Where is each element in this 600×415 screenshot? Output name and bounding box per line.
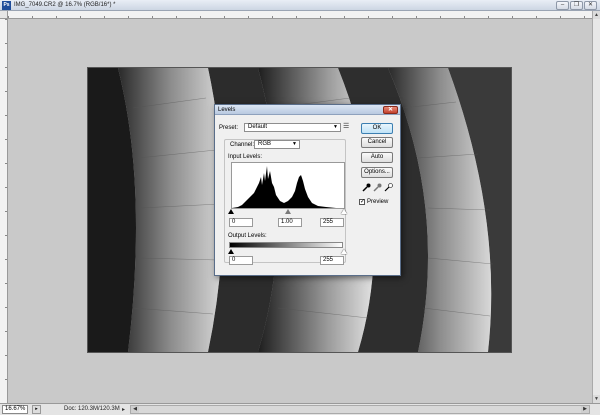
scroll-right-icon[interactable]: ▶: [581, 406, 589, 413]
scroll-down-icon[interactable]: ▼: [593, 395, 600, 403]
scroll-left-icon[interactable]: ◀: [131, 406, 139, 413]
vertical-scrollbar[interactable]: ▲ ▼: [592, 11, 600, 403]
input-white-field[interactable]: 255: [320, 218, 344, 227]
output-white-slider[interactable]: [341, 249, 347, 254]
close-icon[interactable]: ✕: [584, 1, 597, 10]
status-bar: 16.67% ▸ Doc: 120.3M/120.3M ▸ ◀ ▶: [0, 403, 600, 415]
ok-button[interactable]: OK: [361, 123, 393, 134]
output-gradient-bar: [229, 242, 343, 248]
channel-value: RGB: [258, 141, 272, 147]
output-black-field[interactable]: 0: [229, 256, 253, 265]
close-icon[interactable]: ✕: [383, 106, 398, 114]
vertical-ruler[interactable]: [0, 19, 8, 403]
minimize-icon[interactable]: –: [556, 1, 569, 10]
input-white-slider[interactable]: [341, 209, 347, 214]
levels-dialog-title: Levels: [218, 107, 236, 113]
output-black-slider[interactable]: [228, 249, 234, 254]
histogram-graph: [232, 166, 336, 208]
white-point-eyedropper-icon[interactable]: [384, 183, 393, 192]
chevron-down-icon: ▼: [333, 124, 338, 130]
chevron-down-icon: ▼: [292, 141, 297, 147]
output-levels-label: Output Levels:: [228, 233, 267, 239]
scroll-up-icon[interactable]: ▲: [593, 11, 600, 19]
document-title-bar[interactable]: Ps IMG_7049.CR2 @ 16.7% (RGB/16*) * – ❐ …: [0, 0, 600, 11]
gray-point-eyedropper-icon[interactable]: [373, 183, 382, 192]
preview-checkbox[interactable]: ✓: [359, 199, 365, 205]
input-black-slider[interactable]: [228, 209, 234, 214]
channel-label: Channel:: [230, 142, 255, 148]
input-black-field[interactable]: 0: [229, 218, 253, 227]
preset-options-menu-icon[interactable]: ☰: [343, 122, 349, 130]
levels-dialog-title-bar[interactable]: Levels ✕: [215, 105, 400, 115]
preset-label: Preset:: [219, 125, 239, 131]
black-point-eyedropper-icon[interactable]: [362, 183, 371, 192]
input-gamma-slider[interactable]: [285, 209, 291, 214]
channel-select[interactable]: RGB ▼: [254, 140, 300, 149]
preview-label: Preview: [367, 199, 389, 205]
auto-button[interactable]: Auto: [361, 152, 393, 163]
preset-select[interactable]: Default ▼: [244, 123, 341, 132]
output-white-field[interactable]: 255: [320, 256, 344, 265]
preset-value: Default: [248, 124, 268, 130]
options-button[interactable]: Options...: [361, 167, 393, 178]
input-levels-label: Input Levels:: [228, 154, 263, 160]
document-title: IMG_7049.CR2 @ 16.7% (RGB/16*) *: [14, 2, 116, 8]
photoshop-app-icon: Ps: [2, 1, 11, 10]
horizontal-ruler[interactable]: [8, 11, 592, 19]
status-info-arrow-icon[interactable]: ▸: [122, 406, 125, 413]
histogram: [231, 162, 345, 209]
cancel-button[interactable]: Cancel: [361, 137, 393, 148]
ruler-origin[interactable]: [0, 11, 8, 19]
input-gamma-field[interactable]: 1.00: [278, 218, 302, 227]
status-menu-icon[interactable]: ▸: [32, 405, 41, 414]
restore-icon[interactable]: ❐: [570, 1, 583, 10]
zoom-field[interactable]: 16.67%: [2, 405, 28, 414]
document-size-info: Doc: 120.3M/120.3M: [64, 406, 120, 412]
horizontal-scrollbar[interactable]: ◀ ▶: [130, 405, 590, 414]
